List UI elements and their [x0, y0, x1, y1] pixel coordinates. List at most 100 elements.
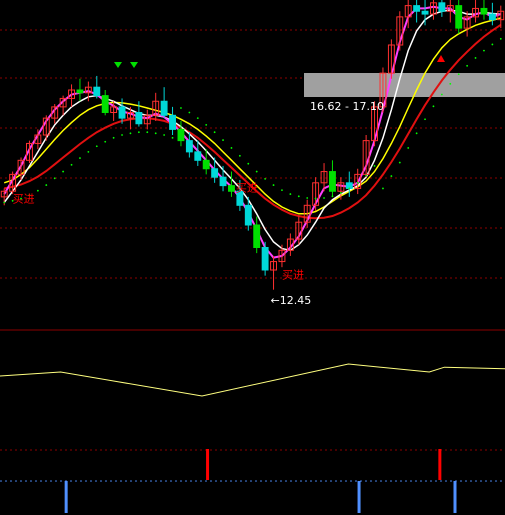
signal-dot-230 — [230, 480, 232, 482]
signal-dot-45 — [45, 480, 47, 482]
buy-label-1: 买进 — [13, 193, 35, 206]
red-signal-0 — [206, 449, 210, 480]
candle-body-25 — [211, 168, 219, 178]
signal-dot-475 — [475, 480, 477, 482]
candle-body-30 — [253, 224, 261, 248]
signal-dot-10 — [10, 480, 12, 482]
candle-body-21 — [177, 128, 185, 142]
trail-dot-54 — [457, 73, 460, 76]
signal-dot-155 — [155, 480, 157, 482]
signal-dot-90 — [90, 480, 92, 482]
range-band-rect — [304, 73, 505, 97]
signal-dot-310 — [310, 480, 312, 482]
trail-dot-32 — [272, 184, 275, 186]
trail-dot-59 — [499, 37, 502, 40]
signal-dot-495 — [495, 480, 497, 482]
trail-dot-47 — [398, 161, 401, 164]
blue-signal-0 — [64, 481, 68, 513]
trail-dot-29 — [247, 162, 250, 165]
trail-dot-13 — [112, 136, 115, 139]
signal-dot-405 — [405, 480, 407, 482]
signal-dot-260 — [260, 480, 262, 482]
trail-dot-5 — [45, 184, 48, 186]
trail-dot-12 — [104, 140, 107, 143]
signal-dot-195 — [195, 480, 197, 482]
trail-dot-35 — [297, 195, 300, 198]
signal-dot-415 — [415, 480, 417, 482]
signal-dot-70 — [70, 480, 72, 482]
signal-dot-25 — [25, 480, 27, 482]
trail-dot-55 — [466, 64, 469, 67]
trail-dot-34 — [289, 193, 292, 195]
signal-dot-185 — [185, 480, 187, 482]
trail-dot-45 — [382, 187, 384, 190]
signal-dot-145 — [145, 480, 147, 482]
trail-dot-27 — [230, 147, 233, 149]
buy-label-2: 买进 — [236, 181, 258, 194]
trail-dot-10 — [87, 150, 90, 153]
signal-dot-35 — [35, 480, 37, 482]
candle-body-52 — [438, 2, 446, 12]
signal-dot-170 — [170, 480, 172, 482]
signal-dot-140 — [140, 480, 142, 482]
candle-body-14 — [118, 106, 126, 119]
signal-dot-115 — [115, 480, 117, 482]
signal-dot-375 — [375, 480, 377, 482]
range-band — [304, 73, 505, 97]
signal-dot-280 — [280, 480, 282, 482]
chart-canvas: 买进买进买进←12.4516.62 - 17.10 — [0, 0, 505, 513]
low-price-label: ←12.45 — [271, 294, 312, 307]
signal-dot-435 — [435, 480, 437, 482]
trail-dot-56 — [474, 57, 477, 59]
trail-dot-8 — [70, 163, 73, 166]
signal-dot-480 — [480, 480, 482, 482]
candle-body-26 — [219, 176, 227, 187]
trail-dot-0 — [3, 201, 6, 204]
blue-signal-1 — [357, 481, 361, 513]
trail-dot-25 — [213, 131, 216, 134]
signal-dot-270 — [270, 480, 272, 482]
trail-dot-44 — [373, 165, 376, 167]
signal-dot-490 — [490, 480, 492, 482]
blue-signal-2 — [453, 481, 457, 513]
signal-dot-55 — [55, 480, 57, 482]
signal-dot-275 — [275, 480, 277, 482]
candle-body-22 — [185, 140, 193, 153]
trail-dot-28 — [238, 154, 241, 157]
candle-body-23 — [194, 151, 202, 161]
support-dots — [3, 37, 502, 204]
trail-dot-31 — [264, 177, 267, 180]
signal-dot-370 — [370, 480, 372, 482]
candle-body-57 — [480, 7, 488, 15]
signal-dot-210 — [210, 480, 212, 482]
ma-mid-line — [3, 9, 501, 252]
down-marker-2 — [114, 62, 122, 68]
trail-dot-52 — [440, 93, 443, 96]
candle-body-58 — [488, 13, 496, 21]
signal-dot-365 — [365, 480, 367, 482]
trail-dot-22 — [188, 111, 191, 114]
signal-dot-165 — [165, 480, 167, 482]
signal-dot-245 — [245, 480, 247, 482]
trail-dot-46 — [390, 175, 393, 177]
trail-dot-41 — [348, 187, 351, 190]
trail-dot-15 — [129, 132, 132, 135]
candle-body-54 — [455, 5, 463, 29]
candle-body-39 — [329, 171, 336, 192]
trail-dot-6 — [53, 177, 56, 180]
signal-dot-215 — [215, 480, 217, 482]
candle-body-50 — [421, 10, 429, 15]
trail-dot-42 — [356, 181, 359, 184]
signal-dot-400 — [400, 480, 402, 482]
trail-dot-9 — [79, 157, 81, 159]
signal-dot-130 — [130, 480, 132, 482]
trail-dot-50 — [424, 118, 426, 121]
trail-dot-38 — [323, 197, 325, 199]
buy-label-3: 买进 — [282, 268, 304, 281]
trail-dot-11 — [95, 145, 98, 148]
signal-dot-60 — [60, 480, 62, 482]
signal-dot-175 — [175, 480, 177, 482]
candles — [0, 0, 505, 290]
trail-dot-37 — [314, 197, 317, 200]
candle-body-19 — [160, 100, 168, 116]
